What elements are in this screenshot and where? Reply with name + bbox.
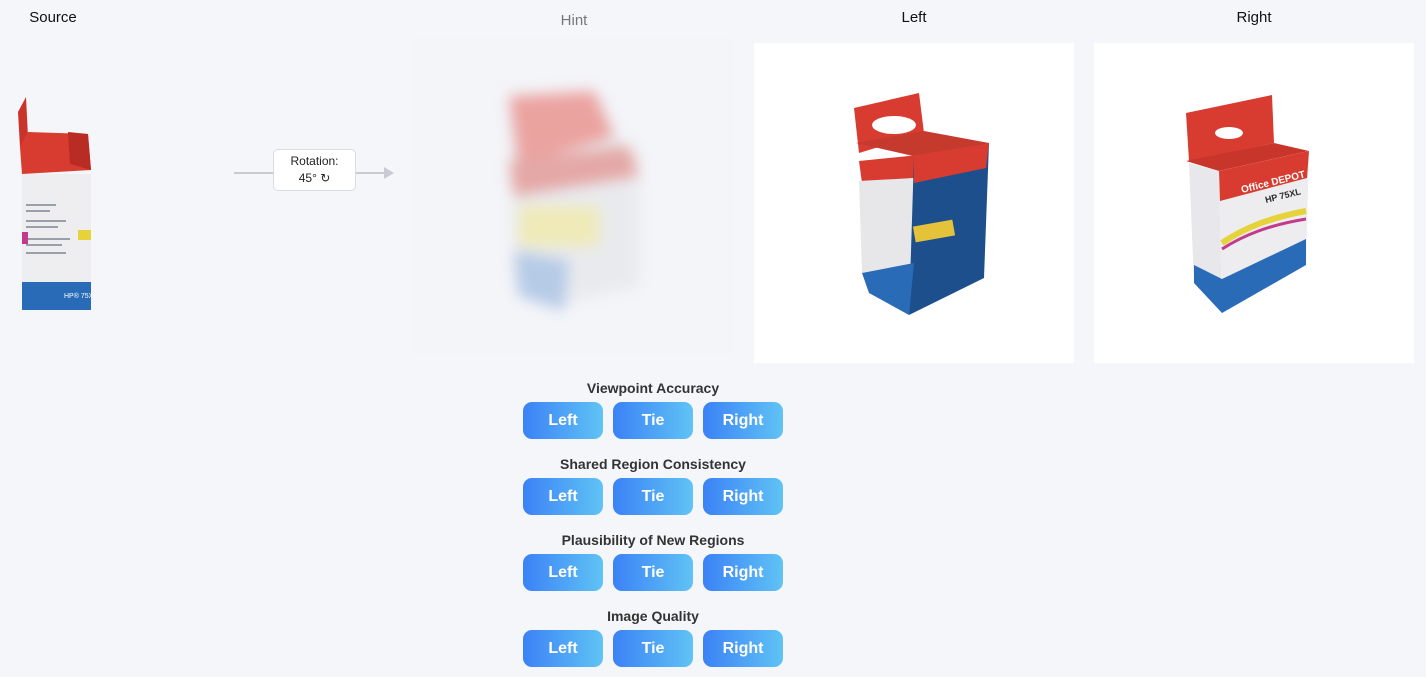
image-quality-left-button[interactable]: Left: [523, 630, 603, 667]
rotation-label: Rotation:: [290, 154, 339, 168]
right-label: Right: [1236, 9, 1272, 26]
plausibility-tie-button[interactable]: Tie: [613, 554, 693, 591]
rotation-badge: Rotation: 45° ↻: [273, 149, 356, 191]
plausibility-right-button[interactable]: Right: [703, 554, 783, 591]
source-label: Source: [29, 9, 77, 26]
viewpoint-tie-button[interactable]: Tie: [613, 402, 693, 439]
question-title: Shared Region Consistency: [560, 456, 746, 472]
hint-label: Hint: [560, 12, 588, 29]
image-quality-right-button[interactable]: Right: [703, 630, 783, 667]
hint-image: [414, 36, 734, 356]
source-brand-text: HP® 75XL: [64, 292, 97, 300]
viewpoint-left-button[interactable]: Left: [523, 402, 603, 439]
image-quality-tie-button[interactable]: Tie: [613, 630, 693, 667]
source-image: HP® 75XL: [8, 92, 98, 314]
plausibility-left-button[interactable]: Left: [523, 554, 603, 591]
left-label: Left: [901, 9, 927, 26]
right-image: Office DEPOT HP 75XL: [1094, 43, 1414, 363]
viewpoint-right-button[interactable]: Right: [703, 402, 783, 439]
shared-region-tie-button[interactable]: Tie: [613, 478, 693, 515]
shared-region-left-button[interactable]: Left: [523, 478, 603, 515]
left-image: [754, 43, 1074, 363]
rotation-arrow-head: [384, 167, 394, 179]
question-title: Image Quality: [607, 608, 699, 624]
rotation-value: 45° ↻: [298, 171, 331, 185]
question-title: Plausibility of New Regions: [561, 532, 745, 548]
shared-region-right-button[interactable]: Right: [703, 478, 783, 515]
question-title: Viewpoint Accuracy: [586, 380, 720, 396]
